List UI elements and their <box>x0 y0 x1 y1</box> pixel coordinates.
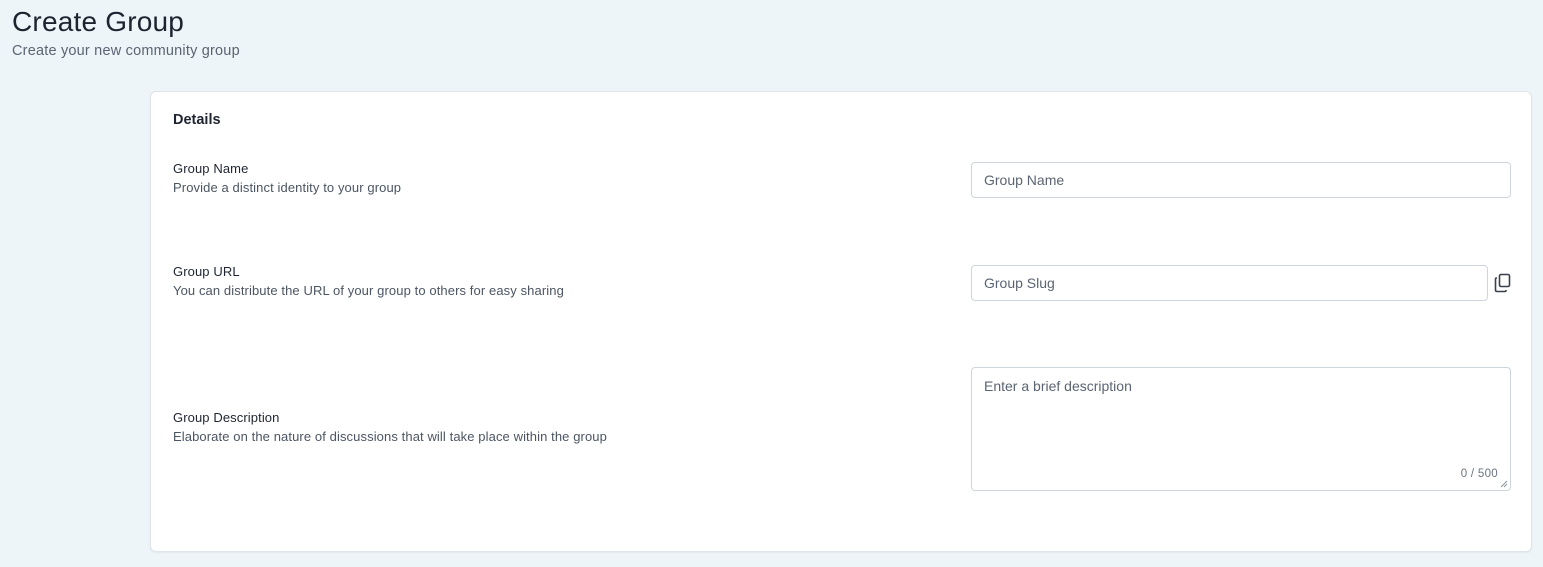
copy-url-button[interactable] <box>1493 272 1513 294</box>
details-card: Details Group Name Provide a distinct id… <box>150 91 1532 552</box>
group-description-help: Elaborate on the nature of discussions t… <box>173 429 607 444</box>
group-slug-input[interactable] <box>971 265 1488 301</box>
page-subtitle: Create your new community group <box>12 43 240 59</box>
group-description-input[interactable] <box>972 368 1510 490</box>
char-count: 0 / 500 <box>1460 468 1498 480</box>
card-title: Details <box>173 112 221 128</box>
group-description-label: Group Description <box>173 410 280 425</box>
resize-handle-icon[interactable] <box>1500 480 1508 488</box>
group-url-help: You can distribute the URL of your group… <box>173 283 564 298</box>
page-header: Create Group Create your new community g… <box>12 4 240 59</box>
page-title: Create Group <box>12 6 185 37</box>
group-description-field: 0 / 500 <box>971 367 1511 491</box>
group-name-label: Group Name <box>173 161 249 176</box>
copy-icon <box>1494 273 1511 293</box>
group-name-help: Provide a distinct identity to your grou… <box>173 180 402 195</box>
group-name-input[interactable] <box>971 162 1511 198</box>
group-url-label: Group URL <box>173 264 240 279</box>
